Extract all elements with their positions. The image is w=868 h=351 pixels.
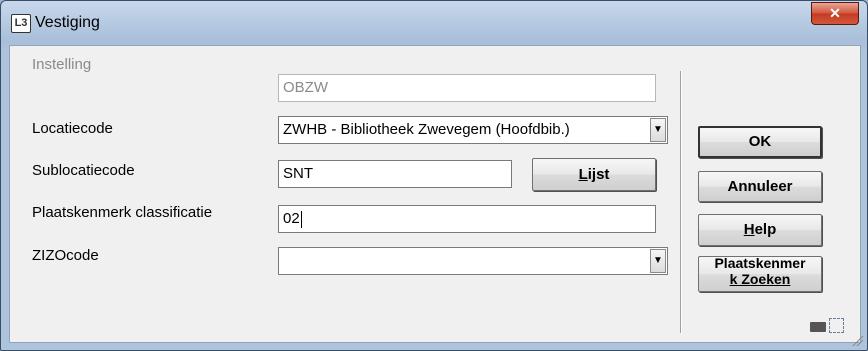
app-icon: L3 [11, 14, 31, 33]
locatiecode-dropdown[interactable]: ZWHB - Bibliotheek Zwevegem (Hoofdbib.) … [278, 116, 668, 144]
lijst-mnemonic: L [578, 166, 588, 183]
plaatskenmerk-zoeken-button[interactable]: Plaatskenmer k Zoeken [698, 256, 822, 292]
title-bar[interactable]: L3 Vestiging ✕ [1, 1, 867, 45]
sublocatiecode-field[interactable]: SNT [278, 160, 512, 188]
help-button[interactable]: Help [698, 214, 822, 246]
dialog-body: Instelling OBZW Locatiecode ZWHB - Bibli… [9, 45, 861, 343]
vertical-separator [680, 71, 682, 333]
sublocatiecode-label: Sublocatiecode [32, 162, 135, 179]
resize-grip-icon[interactable] [851, 334, 863, 346]
help-mnemonic: H [743, 221, 755, 238]
annuleer-button[interactable]: Annuleer [698, 171, 822, 202]
instelling-field: OBZW [278, 74, 656, 102]
instelling-label: Instelling [32, 56, 92, 73]
plaatskenmerk-value: 02 [283, 210, 300, 227]
dialog-window: L3 Vestiging ✕ Instelling OBZW Locatieco… [0, 0, 868, 351]
help-label: elp [754, 221, 777, 238]
locatiecode-value: ZWHB - Bibliotheek Zwevegem (Hoofdbib.) [283, 121, 570, 138]
plaatskenmerk-field[interactable]: 02 [278, 205, 656, 233]
chevron-down-icon[interactable]: ▼ [650, 118, 666, 142]
chevron-down-icon[interactable]: ▼ [650, 249, 666, 273]
status-icons [810, 318, 846, 334]
window-title: Vestiging [35, 14, 100, 31]
zizocode-label: ZIZOcode [32, 247, 99, 264]
close-button[interactable]: ✕ [811, 2, 859, 25]
zoeken-line1: Plaatskenmer [714, 256, 806, 271]
lijst-label: ijst [587, 166, 610, 183]
zoeken-line2: k Zoeken [729, 271, 791, 287]
zizocode-dropdown[interactable]: ▼ [278, 247, 668, 275]
text-caret [300, 210, 302, 228]
ok-button[interactable]: OK [698, 126, 822, 158]
plaatskenmerk-label: Plaatskenmerk classificatie [32, 204, 213, 221]
lijst-button[interactable]: Lijst [532, 158, 656, 191]
keyboard-icon[interactable] [810, 322, 826, 332]
expand-icon[interactable] [829, 318, 844, 333]
locatiecode-label: Locatiecode [32, 120, 113, 137]
